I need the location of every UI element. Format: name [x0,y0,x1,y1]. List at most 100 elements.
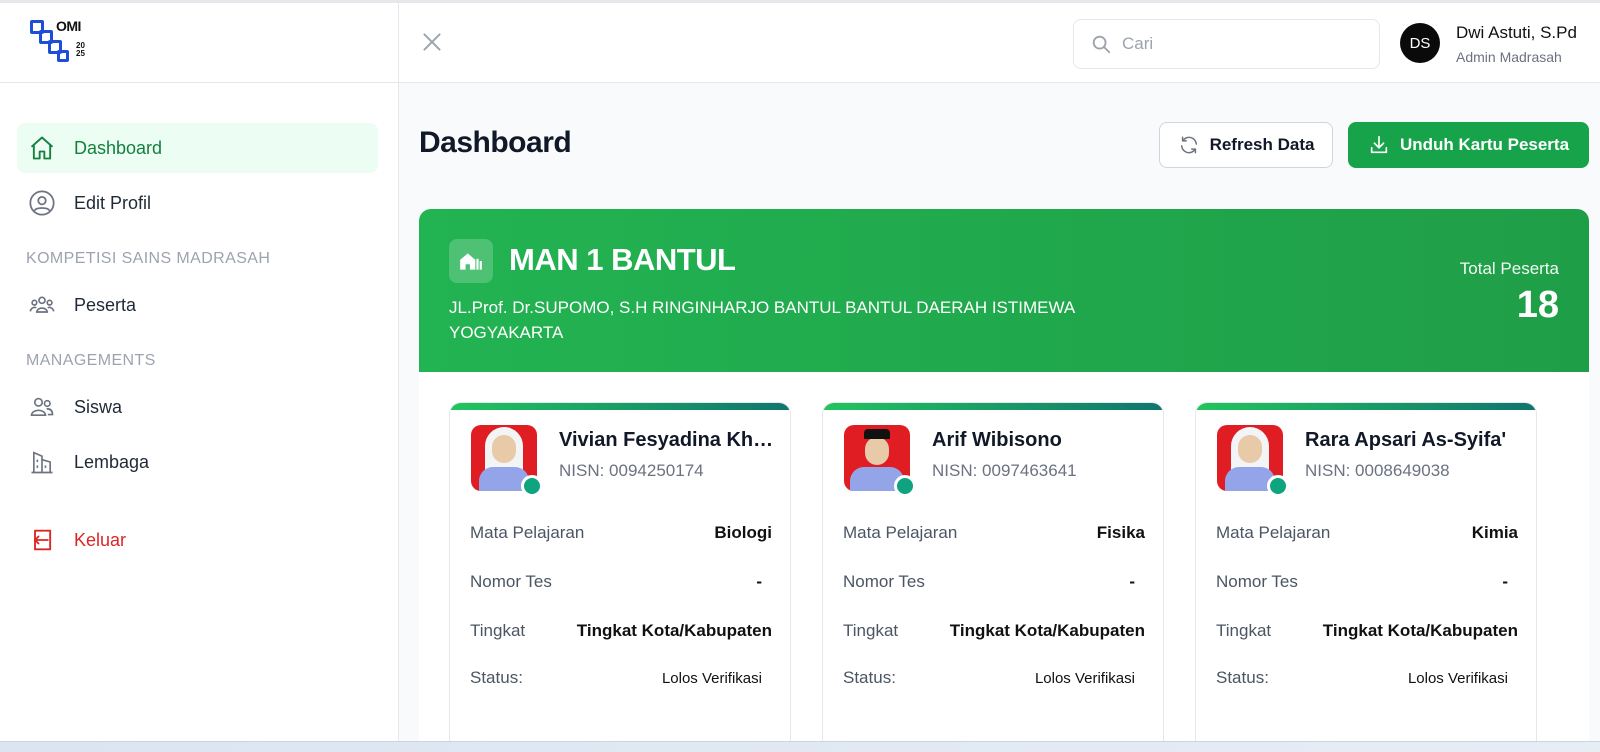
photo-cap [864,429,890,439]
sidebar-item-label: Dashboard [74,137,163,158]
close-sidebar-button[interactable] [419,29,445,55]
logo-square [57,49,69,62]
photo-face [1238,435,1262,463]
refresh-icon [1178,134,1200,156]
refresh-data-label: Refresh Data [1209,135,1315,154]
test-number-value: - [1129,572,1135,591]
online-status-dot [1267,475,1289,497]
total-peserta-value: 18 [1516,284,1559,326]
test-number-label: Nomor Tes [470,572,552,591]
logo-text: OMI [56,17,81,34]
student-photo [844,425,916,497]
home-icon [27,133,57,163]
online-status-dot [521,475,543,497]
test-number-value: - [1502,572,1508,591]
card-accent-stripe [823,403,1163,410]
refresh-data-button[interactable]: Refresh Data [1159,122,1333,168]
level-label: Tingkat [1216,621,1272,640]
subject-value: Kimia [1471,523,1518,542]
download-card-button[interactable]: Unduh Kartu Peserta [1348,122,1589,168]
top-header: DS Dwi Astuti, S.Pd Admin Madrasah [399,3,1600,83]
subject-value: Fisika [1096,523,1145,542]
users-icon [27,392,57,422]
school-address: JL.Prof. Dr.SUPOMO, S.H RINGINHARJO BANT… [449,298,1075,342]
level-value: Tingkat Kota/Kabupaten [1322,621,1518,640]
sidebar-item-label: Edit Profil [74,192,152,213]
subject-label: Mata Pelajaran [470,523,585,542]
avatar[interactable]: DS [1400,23,1440,63]
school-icon [449,239,493,283]
section-label-kompetisi: KOMPETISI SAINS MADRASAH [26,250,271,267]
student-name: Vivian Fesyadina Khairunnisa [559,429,774,451]
test-number-row: Nomor Tes - [843,572,1145,592]
level-label: Tingkat [843,621,899,640]
user-name[interactable]: Dwi Astuti, S.Pd [1456,23,1577,43]
page-title: Dashboard [419,126,572,159]
student-nisn: NISN: 0008649038 [1305,461,1450,480]
sidebar: OMI 20 25 Dashboard Edit Profil KOMPETISI… [0,3,399,742]
card-accent-stripe [1196,403,1536,410]
subject-label: Mata Pelajaran [1216,523,1331,542]
logout-icon [27,525,57,555]
section-label-managements: MANAGEMENTS [26,352,156,369]
subject-row: Mata Pelajaran Fisika [843,523,1145,543]
omi-logo[interactable]: OMI 20 25 [30,17,92,66]
school-panel: MAN 1 BANTUL JL.Prof. Dr.SUPOMO, S.H RIN… [419,209,1589,742]
status-label: Status: [470,668,523,687]
subject-row: Mata Pelajaran Biologi [470,523,772,543]
search-box[interactable] [1073,19,1380,69]
sidebar-item-peserta[interactable]: Peserta [17,280,378,330]
student-nisn: NISN: 0097463641 [932,461,1077,480]
student-card[interactable]: Arif Wibisono NISN: 0097463641 Mata Pela… [822,402,1164,742]
student-card[interactable]: Vivian Fesyadina Khairunnisa NISN: 00942… [449,402,791,742]
taskbar-edge [0,741,1600,752]
users-group-icon [27,290,57,320]
school-banner: MAN 1 BANTUL JL.Prof. Dr.SUPOMO, S.H RIN… [419,209,1589,372]
sidebar-item-label: Lembaga [74,451,150,472]
status-value: Lolos Verifikasi [1034,669,1135,687]
student-nisn: NISN: 0094250174 [559,461,704,480]
logo-area: OMI 20 25 [0,3,398,83]
test-number-label: Nomor Tes [1216,572,1298,591]
status-value: Lolos Verifikasi [661,669,762,687]
user-circle-icon [27,188,57,218]
subject-value: Biologi [714,523,772,542]
logo-year: 20 25 [76,40,85,58]
search-input[interactable] [1122,34,1352,54]
level-value: Tingkat Kota/Kabupaten [949,621,1145,640]
sidebar-item-siswa[interactable]: Siswa [17,382,378,432]
search-icon [1092,35,1111,54]
user-role: Admin Madrasah [1456,49,1562,65]
building-icon [27,447,57,477]
student-card[interactable]: Rara Apsari As-Syifa' NISN: 0008649038 M… [1195,402,1537,742]
status-row: Status: Lolos Verifikasi [470,668,772,688]
level-row: Tingkat Tingkat Kota/Kabupaten [1216,621,1518,641]
sidebar-item-lembaga[interactable]: Lembaga [17,437,378,487]
sidebar-item-label: Siswa [74,396,123,417]
status-value: Lolos Verifikasi [1407,669,1508,687]
sidebar-item-keluar[interactable]: Keluar [17,515,378,565]
status-label: Status: [843,668,896,687]
school-name: MAN 1 BANTUL [509,242,736,277]
main-content: Dashboard Refresh Data Unduh Kartu Peser… [399,84,1600,742]
student-photo [1217,425,1289,497]
photo-face [492,435,516,463]
level-value: Tingkat Kota/Kabupaten [576,621,772,640]
online-status-dot [894,475,916,497]
total-peserta-label: Total Peserta [1459,259,1559,278]
student-cards: Vivian Fesyadina Khairunnisa NISN: 00942… [449,402,1537,742]
sidebar-item-label: Peserta [74,294,137,315]
card-accent-stripe [450,403,790,410]
student-name: Arif Wibisono [932,429,1062,451]
test-number-row: Nomor Tes - [470,572,772,592]
subject-label: Mata Pelajaran [843,523,958,542]
download-card-label: Unduh Kartu Peserta [1399,135,1570,154]
sidebar-item-edit-profil[interactable]: Edit Profil [17,178,378,228]
download-icon [1368,134,1390,156]
level-row: Tingkat Tingkat Kota/Kabupaten [843,621,1145,641]
sidebar-item-dashboard[interactable]: Dashboard [17,123,378,173]
photo-face [865,437,889,465]
test-number-value: - [756,572,762,591]
status-row: Status: Lolos Verifikasi [843,668,1145,688]
subject-row: Mata Pelajaran Kimia [1216,523,1518,543]
